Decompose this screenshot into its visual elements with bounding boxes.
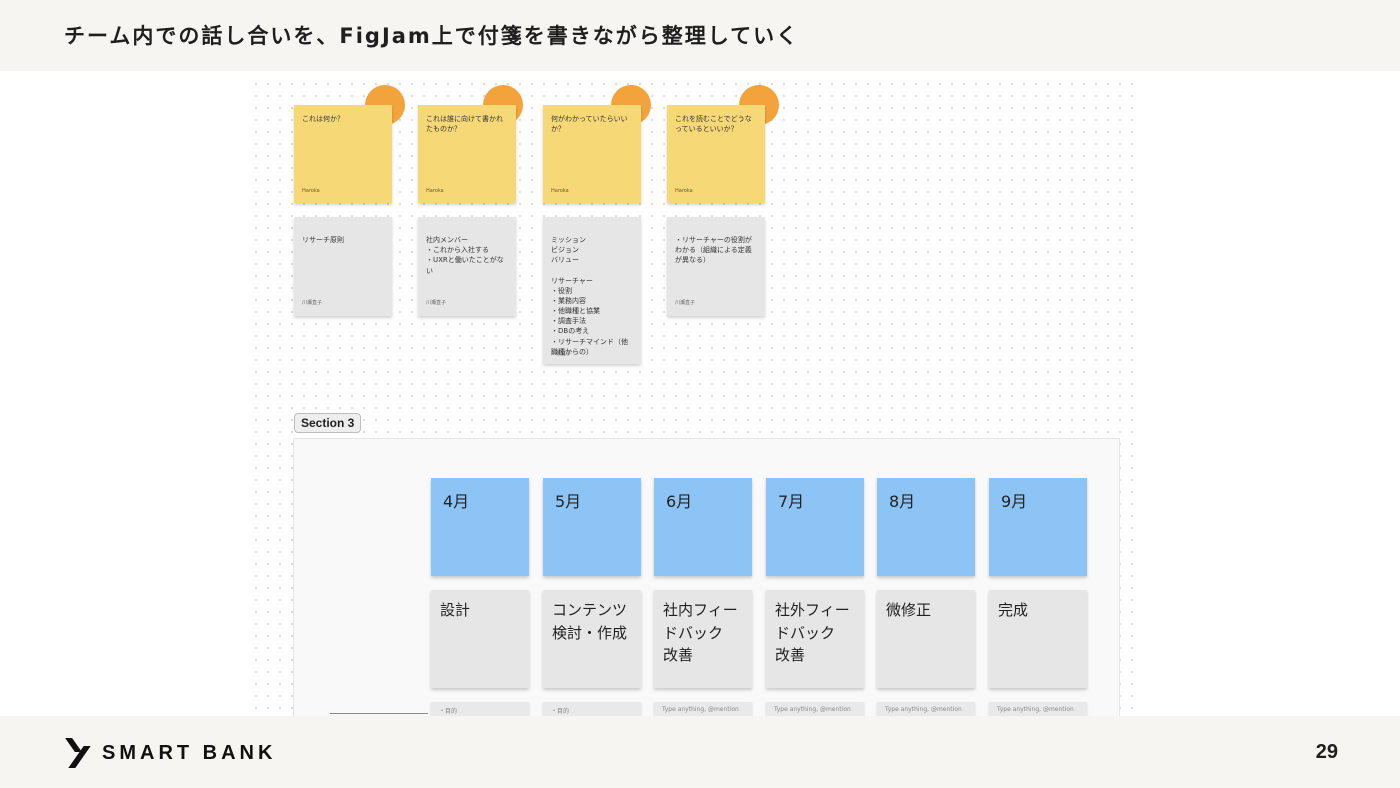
answer-text: リサーチ原則 [302, 236, 344, 245]
task-sticky[interactable]: 設計 [431, 590, 529, 688]
month-sticky[interactable]: 8月 [877, 478, 975, 576]
question-sticky[interactable]: 何がわかっていたらいいか？ Haroka [543, 105, 641, 203]
month-sticky[interactable]: 6月 [654, 478, 752, 576]
month-sticky[interactable]: 4月 [431, 478, 529, 576]
sticky-author: 川瀬直子 [302, 299, 323, 306]
month-sticky[interactable]: 7月 [766, 478, 864, 576]
stub-sticky[interactable]: ・目的 [543, 702, 641, 716]
answer-text: 社内メンバー ・これから入社する ・UXRと働いたことがない [426, 236, 504, 275]
task-sticky[interactable]: 社外フィー ドバック 改善 [766, 590, 864, 688]
slide-title: チーム内での話し合いを、FigJam上で付箋を書きながら整理していく [64, 24, 800, 48]
question-sticky[interactable]: これは誰に向けて書かれたものか？ Haroka [418, 105, 516, 203]
logo-text: SMART BANK [102, 741, 277, 764]
connector-line [330, 713, 428, 714]
question-text: これは何か？ [302, 115, 344, 123]
sticky-author: 川瀬直子 [675, 299, 696, 306]
stub-sticky[interactable]: ・目的 [431, 702, 529, 716]
task-sticky[interactable]: 微修正 [877, 590, 975, 688]
stub-sticky[interactable]: Type anything, @mention [766, 702, 864, 716]
task-sticky[interactable]: 完成 [989, 590, 1087, 688]
task-sticky[interactable]: コンテンツ 検討・作成 [543, 590, 641, 688]
company-logo: SMART BANK [65, 738, 277, 768]
sticky-author: Haroka [551, 187, 569, 194]
sticky-author: Haroka [675, 187, 693, 194]
month-sticky[interactable]: 9月 [989, 478, 1087, 576]
answer-text: ミッション ビジョン バリュー リサーチャー ・役割 ・業務内容 ・他職種と協業… [551, 236, 628, 356]
answer-sticky[interactable]: 社内メンバー ・これから入社する ・UXRと働いたことがない 川瀬直子 [418, 217, 516, 316]
logo-mark-icon [65, 738, 92, 768]
stub-sticky[interactable]: Type anything, @mention [989, 702, 1087, 716]
page-number: 29 [1315, 741, 1338, 763]
stub-sticky[interactable]: Type anything, @mention [654, 702, 752, 716]
question-text: 何がわかっていたらいいか？ [551, 115, 628, 134]
slide-header: チーム内での話し合いを、FigJam上で付箋を書きながら整理していく [0, 0, 1400, 71]
answer-text: ・リサーチャーの役割がわかる（組織による定義が異なる） [675, 236, 752, 265]
question-text: これは誰に向けて書かれたものか？ [426, 115, 503, 134]
answer-sticky[interactable]: ・リサーチャーの役割がわかる（組織による定義が異なる） 川瀬直子 [667, 217, 765, 316]
stub-sticky[interactable]: Type anything, @mention [877, 702, 975, 716]
question-sticky[interactable]: これは何か？ Haroka [294, 105, 392, 203]
section-label[interactable]: Section 3 [294, 413, 362, 433]
month-sticky[interactable]: 5月 [543, 478, 641, 576]
sticky-author: Haroka [302, 187, 320, 194]
answer-sticky[interactable]: リサーチ原則 川瀬直子 [294, 217, 392, 316]
question-sticky[interactable]: これを読むことでどうなっているといいか？ Haroka [667, 105, 765, 203]
task-sticky[interactable]: 社内フィー ドバック 改善 [654, 590, 752, 688]
sticky-author: Haroka [426, 187, 444, 194]
sticky-author: 川瀬直子 [426, 299, 447, 306]
figjam-board[interactable]: これは何か？ Haroka これは誰に向けて書かれたものか？ Haroka 何が… [250, 78, 1140, 716]
question-text: これを読むことでどうなっているといいか？ [675, 115, 752, 134]
sticky-author: 川瀬直子 [551, 350, 572, 357]
answer-sticky[interactable]: ミッション ビジョン バリュー リサーチャー ・役割 ・業務内容 ・他職種と協業… [543, 217, 641, 364]
